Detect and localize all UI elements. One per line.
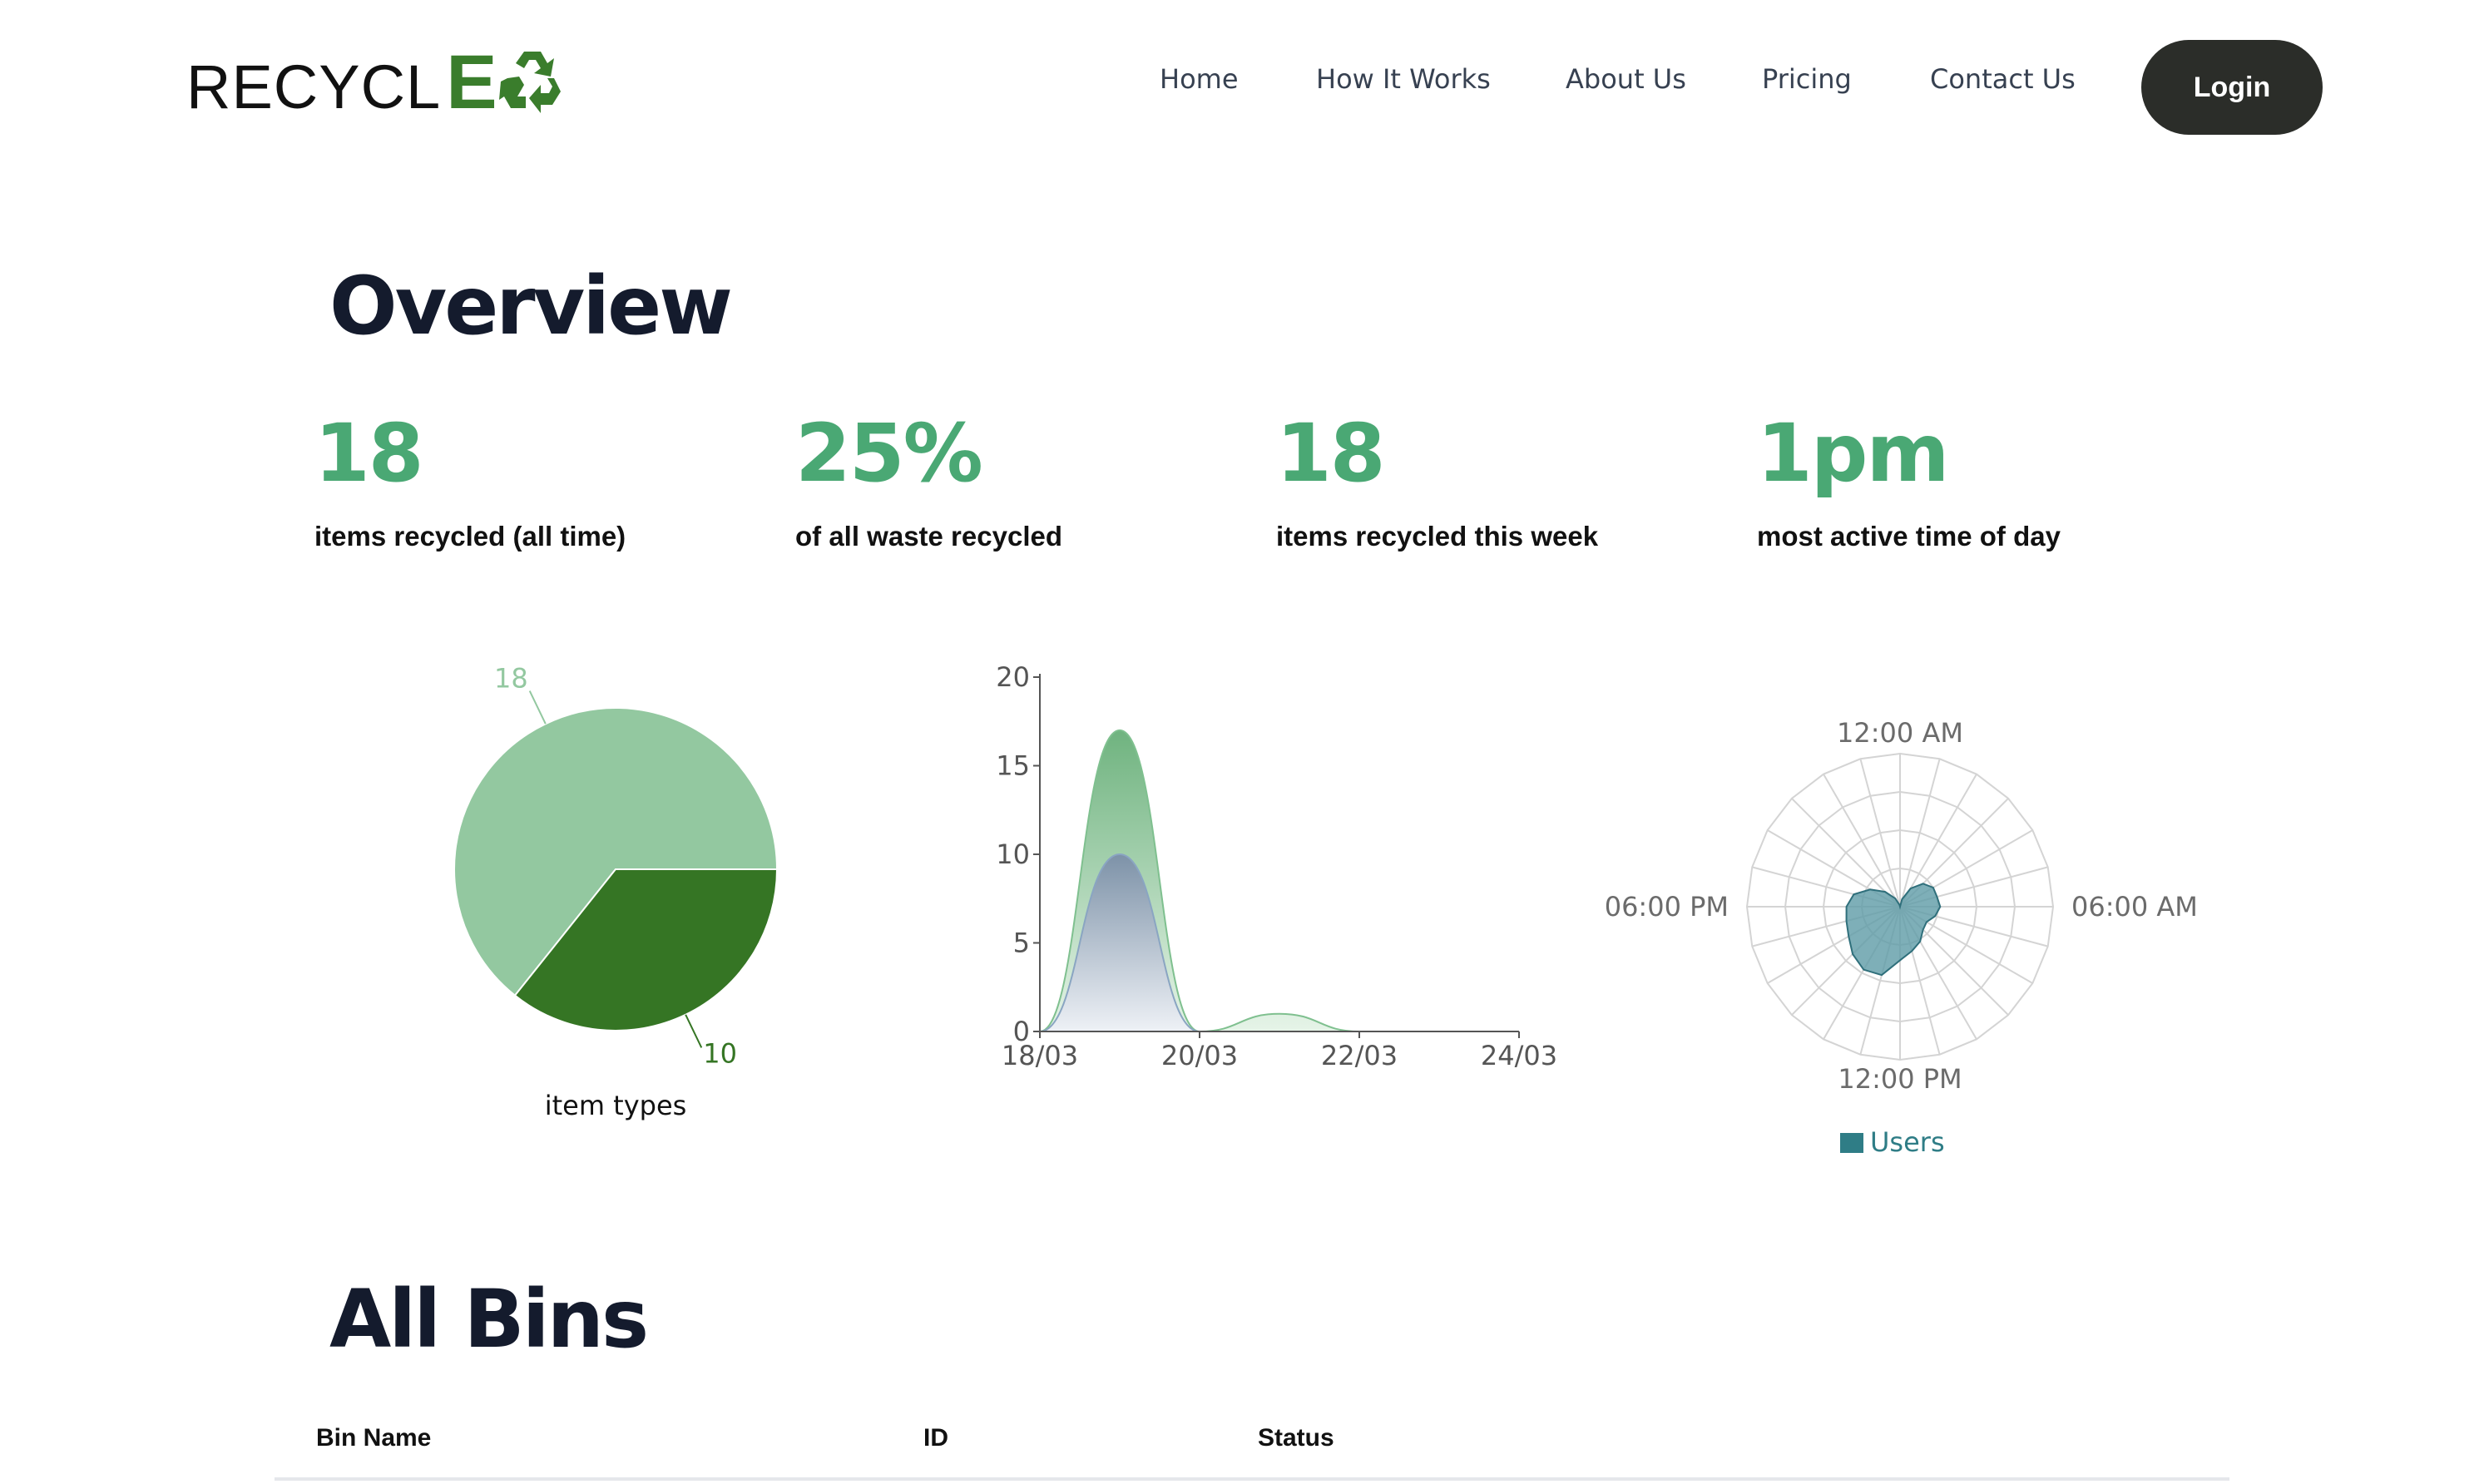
radar-axis-label: 06:00 PM <box>1605 891 1729 923</box>
y-tick-label: 10 <box>996 838 1030 870</box>
radar-axis-label: 12:00 AM <box>1837 717 1963 749</box>
stat-most-active-time: 1pm most active time of day <box>1757 408 2223 552</box>
x-tick-label: 20/03 <box>1161 1040 1238 1071</box>
nav-contact-us[interactable]: Contact Us <box>1930 63 2076 95</box>
pie-value-label: 18 <box>494 663 528 695</box>
x-tick-label: 18/03 <box>1002 1040 1078 1071</box>
y-tick-label: 15 <box>996 750 1030 782</box>
column-header-id[interactable]: ID <box>923 1424 948 1452</box>
page-root: RECYCL E Home How It Works About Us Pric… <box>0 0 2489 1484</box>
login-button[interactable]: Login <box>2141 40 2323 135</box>
stat-label: most active time of day <box>1757 521 2061 552</box>
pie-label-leader <box>685 1014 703 1048</box>
radar-axis-label: 06:00 AM <box>2071 891 2198 923</box>
x-tick-label: 22/03 <box>1321 1040 1398 1071</box>
y-tick-label: 20 <box>996 661 1030 693</box>
logo[interactable]: RECYCL E <box>186 40 562 125</box>
all-bins-title: All Bins <box>329 1273 649 1366</box>
stat-value: 18 <box>1276 407 1386 500</box>
stat-items-all-time: 18 items recycled (all time) <box>314 408 780 552</box>
x-tick-label: 24/03 <box>1481 1040 1557 1071</box>
area-series-fill <box>1040 854 1519 1031</box>
legend-label-users: Users <box>1870 1126 1945 1158</box>
area-chart-weekly: 0510152018/03 20/03 22/03 24/03 <box>996 661 1557 1071</box>
radar-axis-label: 12:00 PM <box>1838 1063 1962 1095</box>
nav-about-us[interactable]: About Us <box>1566 63 1686 95</box>
radar-spoke <box>1791 798 1901 908</box>
y-tick-label: 5 <box>1013 928 1030 959</box>
overview-title: Overview <box>329 260 733 353</box>
nav-how-it-works[interactable]: How It Works <box>1316 63 1491 95</box>
pie-chart-title: item types <box>545 1090 687 1121</box>
pie-label-leader <box>528 690 547 725</box>
stat-value: 25% <box>795 407 983 500</box>
column-header-status[interactable]: Status <box>1258 1424 1334 1452</box>
radar-series-users <box>1845 883 1942 977</box>
radar-chart-activity: 12:00 AM 06:00 AM 12:00 PM 06:00 PM Users <box>1605 717 2198 1158</box>
column-header-bin-name[interactable]: Bin Name <box>316 1424 431 1452</box>
logo-text: RECYCL <box>186 52 442 121</box>
stat-label: of all waste recycled <box>795 521 1062 552</box>
logo-letter: E <box>446 40 497 125</box>
stat-items-this-week: 18 items recycled this week <box>1276 408 1742 552</box>
radar-spoke <box>1859 759 1901 908</box>
stat-value: 18 <box>314 407 424 500</box>
stat-label: items recycled (all time) <box>314 521 626 552</box>
pie-chart-item-types: 18 10 item types <box>453 663 779 1121</box>
stat-label: items recycled this week <box>1276 521 1599 552</box>
nav-pricing[interactable]: Pricing <box>1762 63 1852 95</box>
stat-value: 1pm <box>1757 407 1950 500</box>
recycle-icon <box>498 52 561 113</box>
nav-home[interactable]: Home <box>1160 63 1239 95</box>
pie-value-label: 10 <box>703 1037 737 1069</box>
stat-waste-recycled: 25% of all waste recycled <box>795 408 1261 552</box>
table-header-divider <box>275 1477 2229 1481</box>
legend-swatch <box>1840 1133 1863 1153</box>
